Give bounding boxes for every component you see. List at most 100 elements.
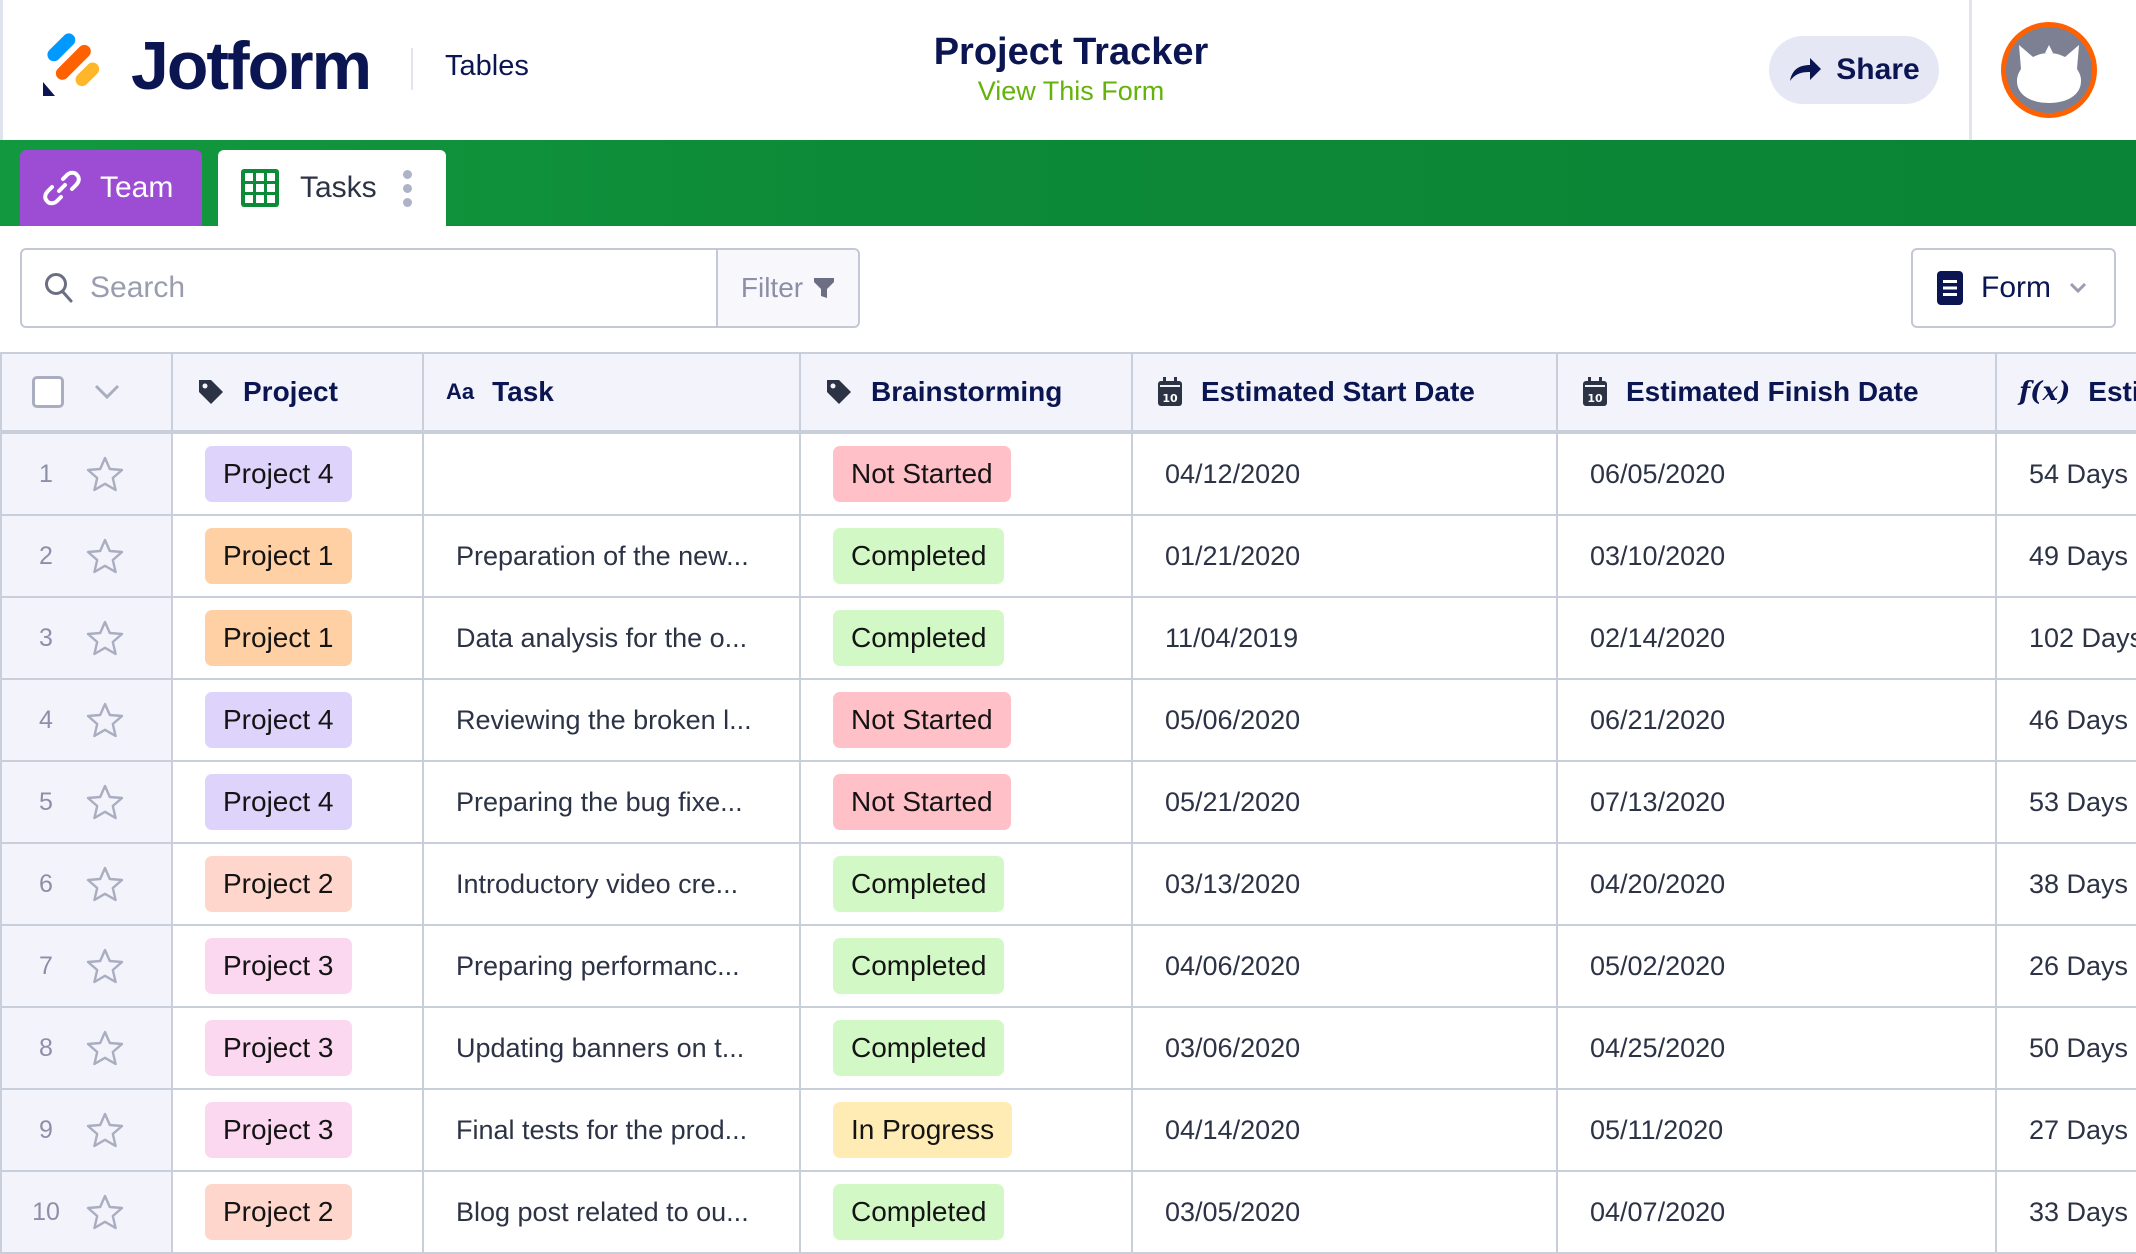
finish-date-cell[interactable]: 04/20/2020 <box>1558 844 1997 924</box>
finish-date-cell[interactable]: 03/10/2020 <box>1558 516 1997 596</box>
start-date-cell[interactable]: 03/13/2020 <box>1133 844 1558 924</box>
start-date-cell[interactable]: 05/06/2020 <box>1133 680 1558 760</box>
duration-cell[interactable]: 102 Days <box>1997 598 2136 678</box>
share-button[interactable]: Share <box>1769 36 1939 104</box>
duration-cell[interactable]: 33 Days <box>1997 1172 2136 1252</box>
duration-cell[interactable]: 49 Days <box>1997 516 2136 596</box>
start-date-cell[interactable]: 04/14/2020 <box>1133 1090 1558 1170</box>
table-row[interactable]: 4 Project 4 Reviewing the broken l... No… <box>0 680 2136 762</box>
column-header-duration[interactable]: f(x) Estin <box>1997 354 2136 430</box>
finish-date-cell[interactable]: 06/05/2020 <box>1558 434 1997 514</box>
project-cell[interactable]: Project 1 <box>173 598 424 678</box>
project-cell[interactable]: Project 2 <box>173 844 424 924</box>
duration-cell[interactable]: 54 Days <box>1997 434 2136 514</box>
finish-date-cell[interactable]: 06/21/2020 <box>1558 680 1997 760</box>
project-cell[interactable]: Project 4 <box>173 680 424 760</box>
project-cell[interactable]: Project 3 <box>173 926 424 1006</box>
status-cell[interactable]: Completed <box>801 516 1133 596</box>
tab-tasks[interactable]: Tasks <box>218 150 446 226</box>
star-icon[interactable] <box>86 702 124 738</box>
star-icon[interactable] <box>86 1112 124 1148</box>
finish-date-cell[interactable]: 05/11/2020 <box>1558 1090 1997 1170</box>
task-cell[interactable]: Preparation of the new... <box>424 516 801 596</box>
tab-team[interactable]: Team <box>20 150 202 226</box>
chevron-down-icon[interactable] <box>94 384 120 400</box>
status-cell[interactable]: Completed <box>801 1008 1133 1088</box>
finish-date-cell[interactable]: 02/14/2020 <box>1558 598 1997 678</box>
duration-cell[interactable]: 38 Days <box>1997 844 2136 924</box>
star-icon[interactable] <box>86 784 124 820</box>
status-cell[interactable]: Completed <box>801 598 1133 678</box>
status-cell[interactable]: Not Started <box>801 762 1133 842</box>
brand-name[interactable]: Jotform <box>131 26 372 106</box>
filter-button[interactable]: Filter <box>718 250 858 326</box>
duration-cell[interactable]: 50 Days <box>1997 1008 2136 1088</box>
table-row[interactable]: 10 Project 2 Blog post related to ou... … <box>0 1172 2136 1254</box>
duration-cell[interactable]: 46 Days <box>1997 680 2136 760</box>
start-date-cell[interactable]: 05/21/2020 <box>1133 762 1558 842</box>
project-cell[interactable]: Project 1 <box>173 516 424 596</box>
project-cell[interactable]: Project 3 <box>173 1090 424 1170</box>
column-header-task[interactable]: Aa Task <box>424 354 801 430</box>
table-row[interactable]: 5 Project 4 Preparing the bug fixe... No… <box>0 762 2136 844</box>
table-row[interactable]: 8 Project 3 Updating banners on t... Com… <box>0 1008 2136 1090</box>
finish-date-cell[interactable]: 05/02/2020 <box>1558 926 1997 1006</box>
column-header-finish-date[interactable]: 10 Estimated Finish Date <box>1558 354 1997 430</box>
task-cell[interactable]: Reviewing the broken l... <box>424 680 801 760</box>
search-input[interactable] <box>90 271 670 305</box>
star-icon[interactable] <box>86 456 124 492</box>
task-cell[interactable]: Data analysis for the o... <box>424 598 801 678</box>
task-cell[interactable]: Updating banners on t... <box>424 1008 801 1088</box>
table-row[interactable]: 2 Project 1 Preparation of the new... Co… <box>0 516 2136 598</box>
start-date-cell[interactable]: 03/05/2020 <box>1133 1172 1558 1252</box>
project-cell[interactable]: Project 4 <box>173 434 424 514</box>
star-icon[interactable] <box>86 1194 124 1230</box>
status-cell[interactable]: Not Started <box>801 434 1133 514</box>
star-icon[interactable] <box>86 1030 124 1066</box>
task-cell[interactable]: Final tests for the prod... <box>424 1090 801 1170</box>
star-icon[interactable] <box>86 866 124 902</box>
product-name[interactable]: Tables <box>445 50 529 83</box>
avatar[interactable] <box>2001 22 2097 118</box>
duration-text: 38 Days <box>2029 868 2129 899</box>
start-date-cell[interactable]: 11/04/2019 <box>1133 598 1558 678</box>
task-cell[interactable]: Preparing performanc... <box>424 926 801 1006</box>
finish-date-cell[interactable]: 07/13/2020 <box>1558 762 1997 842</box>
project-cell[interactable]: Project 2 <box>173 1172 424 1252</box>
status-cell[interactable]: Completed <box>801 1172 1133 1252</box>
table-row[interactable]: 6 Project 2 Introductory video cre... Co… <box>0 844 2136 926</box>
start-date-cell[interactable]: 03/06/2020 <box>1133 1008 1558 1088</box>
status-cell[interactable]: Completed <box>801 926 1133 1006</box>
column-header-start-date[interactable]: 10 Estimated Start Date <box>1133 354 1558 430</box>
column-header-brainstorming[interactable]: Brainstorming <box>801 354 1133 430</box>
table-row[interactable]: 1 Project 4 Not Started 04/12/2020 06/05… <box>0 434 2136 516</box>
duration-cell[interactable]: 26 Days <box>1997 926 2136 1006</box>
start-date-cell[interactable]: 04/06/2020 <box>1133 926 1558 1006</box>
finish-date-cell[interactable]: 04/07/2020 <box>1558 1172 1997 1252</box>
table-row[interactable]: 3 Project 1 Data analysis for the o... C… <box>0 598 2136 680</box>
duration-cell[interactable]: 27 Days <box>1997 1090 2136 1170</box>
status-cell[interactable]: Not Started <box>801 680 1133 760</box>
task-cell[interactable]: Introductory video cre... <box>424 844 801 924</box>
task-cell[interactable] <box>424 434 801 514</box>
table-row[interactable]: 9 Project 3 Final tests for the prod... … <box>0 1090 2136 1172</box>
start-date-cell[interactable]: 01/21/2020 <box>1133 516 1558 596</box>
star-icon[interactable] <box>86 620 124 656</box>
status-cell[interactable]: Completed <box>801 844 1133 924</box>
task-cell[interactable]: Blog post related to ou... <box>424 1172 801 1252</box>
column-header-project[interactable]: Project <box>173 354 424 430</box>
table-row[interactable]: 7 Project 3 Preparing performanc... Comp… <box>0 926 2136 1008</box>
tab-options-icon[interactable] <box>402 169 412 207</box>
view-form-link[interactable]: View This Form <box>871 76 1271 106</box>
select-all-checkbox[interactable] <box>32 376 64 408</box>
finish-date-cell[interactable]: 04/25/2020 <box>1558 1008 1997 1088</box>
project-cell[interactable]: Project 4 <box>173 762 424 842</box>
duration-cell[interactable]: 53 Days <box>1997 762 2136 842</box>
task-cell[interactable]: Preparing the bug fixe... <box>424 762 801 842</box>
star-icon[interactable] <box>86 538 124 574</box>
project-cell[interactable]: Project 3 <box>173 1008 424 1088</box>
start-date-cell[interactable]: 04/12/2020 <box>1133 434 1558 514</box>
view-selector-button[interactable]: Form <box>1911 248 2116 328</box>
status-cell[interactable]: In Progress <box>801 1090 1133 1170</box>
star-icon[interactable] <box>86 948 124 984</box>
